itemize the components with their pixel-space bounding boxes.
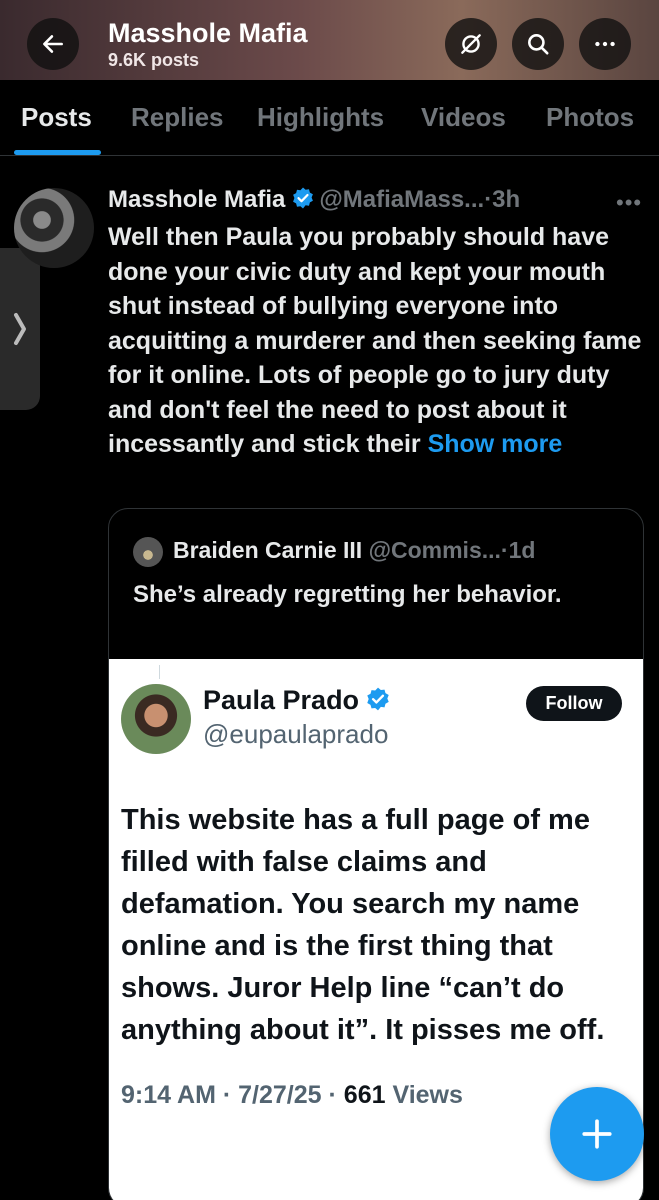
quoted-text: She’s already regretting her behavior. [133,581,562,608]
embedded-text: This website has a full page of me fille… [121,804,605,1046]
hide-button[interactable] [445,18,497,70]
search-button[interactable] [512,18,564,70]
views-label: Views [392,1081,463,1109]
tab-highlights[interactable]: Highlights [257,102,384,133]
post-text: Well then Paula you probably should have… [108,223,642,458]
verified-badge-icon [293,187,314,209]
post-body: Well then Paula you probably should have… [108,220,648,462]
quoted-author-name: Braiden Carnie III [173,537,363,563]
search-icon [528,34,549,55]
compose-button[interactable] [550,1087,644,1181]
quoted-author-handle: @Commis... [368,537,501,563]
quoted-header: Braiden Carnie III @Commis...·1d [173,537,535,564]
back-arrow-icon [43,35,63,53]
divider [159,665,160,679]
tab-posts[interactable]: Posts [21,102,92,133]
more-icon [595,41,615,47]
follow-button: Follow [526,686,622,721]
tab-photos[interactable]: Photos [546,102,634,133]
active-tab-indicator [14,150,101,155]
show-more-link[interactable]: Show more [428,430,563,458]
embedded-timestamp: 9:14 AM · 7/27/25 · [121,1081,337,1109]
tab-videos[interactable]: Videos [421,102,506,133]
chevron-right-icon [14,313,26,345]
post-count: 9.6K posts [108,50,200,70]
embedded-author-handle: @eupaulaprado [203,719,389,749]
author-avatar[interactable] [14,188,94,268]
views-count: 661 [343,1081,386,1109]
tab-replies[interactable]: Replies [131,102,224,133]
embedded-author-name-row: Paula Prado [203,685,395,716]
author-handle[interactable]: @MafiaMass... [319,186,484,213]
profile-tabs: Posts Replies Highlights Videos Photos [0,80,659,156]
post-header: Masshole Mafia @MafiaMass...·3h [108,186,520,214]
post-time: ·3h [484,186,521,213]
verified-badge-icon [367,687,389,711]
more-button[interactable] [579,18,631,70]
back-button[interactable] [27,18,79,70]
profile-title: Masshole Mafia [108,18,308,48]
embedded-author-name: Paula Prado [203,685,360,715]
post-more-icon[interactable]: ••• [616,190,642,216]
plus-icon [582,1119,612,1149]
quoted-author-avatar [133,537,163,567]
side-panel-handle[interactable] [0,248,40,410]
embedded-meta: 9:14 AM · 7/27/25 · 661 Views [121,1081,463,1110]
profile-header: Masshole Mafia 9.6K posts [0,0,659,80]
quoted-post[interactable]: Braiden Carnie III @Commis...·1d She’s a… [108,508,644,1200]
quoted-post-time: ·1d [500,537,536,563]
author-name[interactable]: Masshole Mafia [108,186,285,213]
hide-icon [461,34,481,54]
embedded-author-avatar [121,684,191,754]
